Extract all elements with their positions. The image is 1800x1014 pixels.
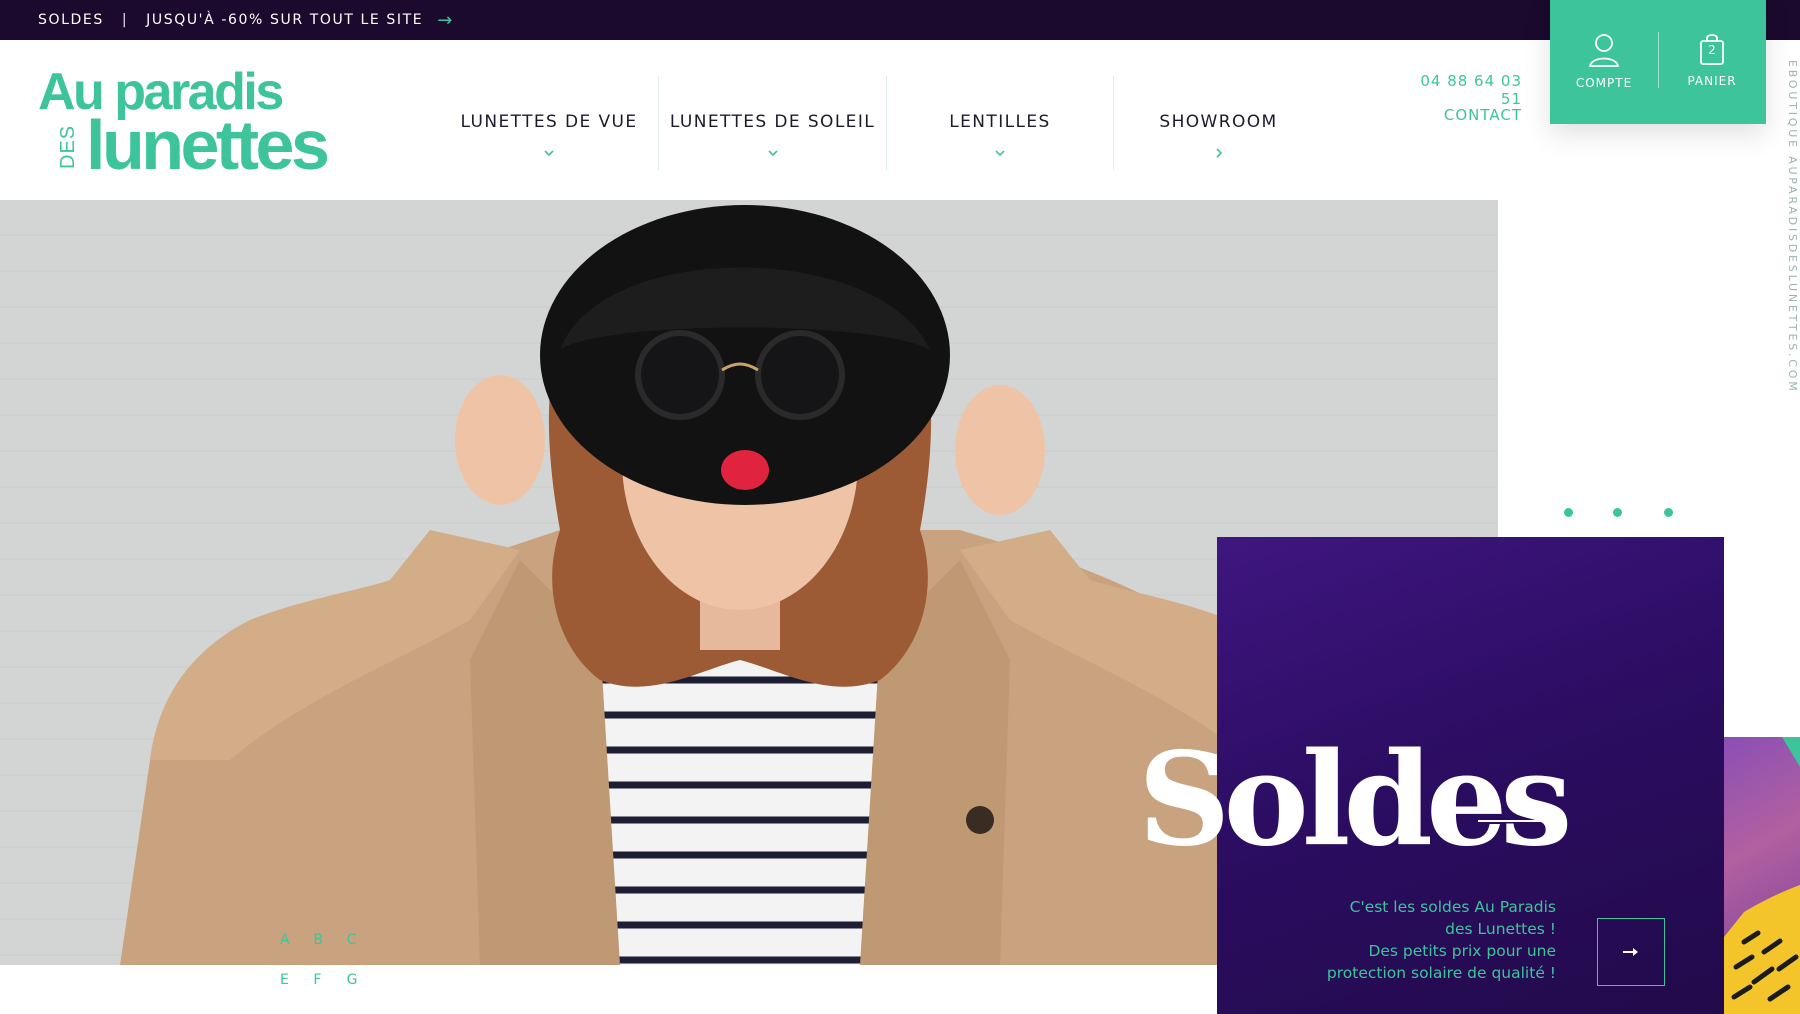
account-label: COMPTE <box>1575 76 1633 90</box>
nav-item-lunettes-de-soleil[interactable]: LUNETTES DE SOLEIL <box>658 76 886 170</box>
letter-link[interactable]: F <box>313 972 346 988</box>
letters-row: A B C <box>280 932 380 948</box>
letter-link[interactable]: B <box>313 932 346 948</box>
promo-text-line: protection solaire de qualité ! <box>1326 964 1556 982</box>
user-icon <box>1588 34 1620 67</box>
promo-description: C'est les soldes Au Paradis des Lunettes… <box>1296 896 1556 984</box>
phone-link[interactable]: 04 88 64 03 51 <box>1400 72 1522 108</box>
cart-button[interactable]: 2 PANIER <box>1658 0 1766 124</box>
chevron-down-icon <box>995 150 1005 157</box>
nav-item-label: SHOWROOM <box>1159 112 1278 132</box>
chevron-down-icon <box>544 150 554 157</box>
letter-link[interactable]: E <box>280 972 313 988</box>
letters-grid: A B C E F G <box>280 932 380 1012</box>
letters-row: E F G <box>280 972 380 988</box>
arrow-right-icon <box>1623 948 1638 956</box>
promo-separator: | <box>121 12 129 28</box>
letter-link[interactable]: G <box>347 972 380 988</box>
nav-item-label: LUNETTES DE VUE <box>460 112 638 132</box>
promo-label: SOLDES <box>38 12 104 28</box>
promo-cta-button[interactable] <box>1597 918 1665 986</box>
cart-count: 2 <box>1708 43 1716 57</box>
nav-item-label: LUNETTES DE SOLEIL <box>669 112 876 132</box>
side-vertical-text: EBOUTIQUE AUPARADISDESLUNETTES.COM <box>1786 60 1799 394</box>
nav-item-lunettes-de-vue[interactable]: LUNETTES DE VUE <box>440 76 658 170</box>
contact-link[interactable]: CONTACT <box>1400 106 1522 124</box>
main-nav: LUNETTES DE VUE LUNETTES DE SOLEIL LENTI… <box>440 76 1323 170</box>
letter-link[interactable]: C <box>347 932 380 948</box>
promo-text: JUSQU'À -60% SUR TOUT LE SITE <box>146 12 424 28</box>
arrow-right-icon: → <box>437 9 454 31</box>
nav-item-label: LENTILLES <box>949 112 1051 132</box>
site-logo[interactable]: Au paradis DES lunettes <box>38 66 330 180</box>
bag-icon: 2 <box>1698 32 1726 66</box>
hero-title: Soldes <box>1138 725 1572 875</box>
nav-item-showroom[interactable]: SHOWROOM <box>1113 76 1323 170</box>
account-button[interactable]: COMPTE <box>1550 0 1658 124</box>
promo-link[interactable]: JUSQU'À -60% SUR TOUT LE SITE → <box>146 10 454 31</box>
title-underline <box>1478 820 1564 822</box>
nav-item-lentilles[interactable]: LENTILLES <box>886 76 1113 170</box>
cart-label: PANIER <box>1687 74 1737 88</box>
promo-text-line: des Lunettes ! <box>1445 920 1556 938</box>
promo-text-line: C'est les soldes Au Paradis <box>1349 898 1556 916</box>
account-box: COMPTE 2 PANIER <box>1550 0 1766 124</box>
logo-small-text: DES <box>57 124 79 169</box>
logo-line-2: lunettes <box>86 106 330 184</box>
side-photo <box>1724 737 1800 1014</box>
promo-text-line: Des petits prix pour une <box>1368 942 1556 960</box>
header-contact: 04 88 64 03 51 CONTACT <box>1400 72 1522 124</box>
letter-link[interactable]: A <box>280 932 313 948</box>
chevron-right-icon <box>1215 148 1222 158</box>
promo-bar: SOLDES | JUSQU'À -60% SUR TOUT LE SITE → <box>0 0 1800 40</box>
chevron-down-icon <box>767 150 778 157</box>
